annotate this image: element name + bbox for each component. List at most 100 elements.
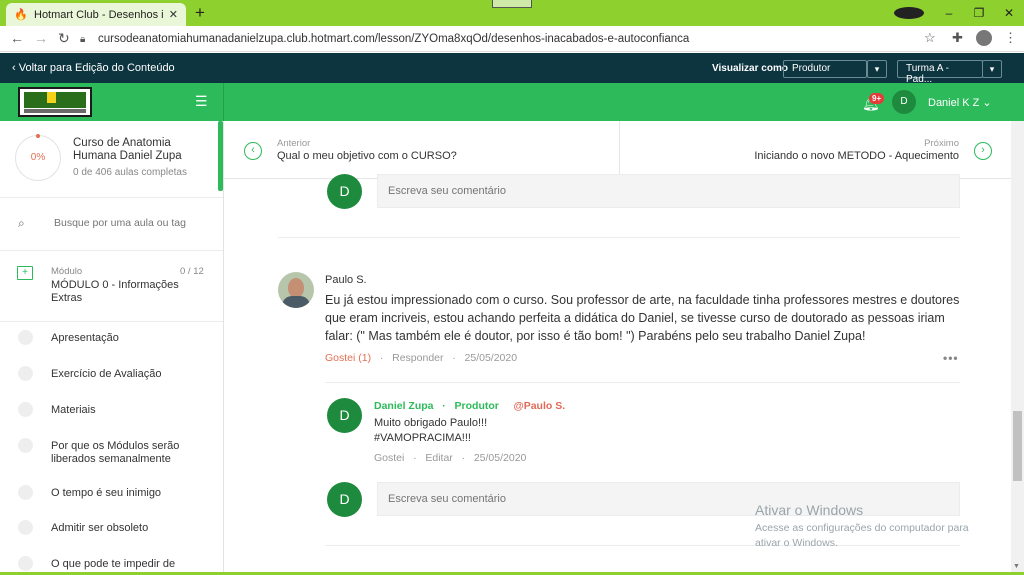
page-scroll-thumb[interactable] xyxy=(1013,411,1022,481)
course-logo[interactable] xyxy=(18,87,92,117)
reply-actions: Gostei · Editar · 25/05/2020 xyxy=(374,452,526,464)
watermark-subtitle: Acesse as configurações do computador pa… xyxy=(755,522,969,549)
lesson-status-icon xyxy=(18,330,33,345)
commenter-avatar[interactable] xyxy=(278,272,314,308)
menu-dots-icon[interactable]: ⋮ xyxy=(1004,30,1017,46)
hamburger-menu-icon[interactable]: ☰ xyxy=(195,93,208,110)
lesson-item[interactable]: Apresentação xyxy=(0,321,223,355)
profile-menu-icon[interactable] xyxy=(894,7,924,19)
divider xyxy=(325,382,960,383)
lesson-title: Por que os Módulos serão liberados seman… xyxy=(51,440,180,465)
reply-line: #VAMOPRACIMA!!! xyxy=(374,432,471,444)
puzzle-icon[interactable]: ✚ xyxy=(952,30,963,46)
producer-badge: Produtor xyxy=(454,400,499,412)
prev-label: Anterior xyxy=(277,138,311,149)
notification-badge: 9+ xyxy=(869,93,885,104)
search-input[interactable] xyxy=(54,217,204,229)
search-icon: ⌕ xyxy=(18,216,25,230)
page-scrollbar[interactable]: ▼ xyxy=(1011,121,1024,575)
chevron-down-icon[interactable]: ▾ xyxy=(867,60,887,78)
close-tab-icon[interactable]: ✕ xyxy=(169,8,178,21)
comment-actions: Gostei (1) · Responder · 25/05/2020 xyxy=(325,352,517,364)
reply-author[interactable]: Daniel Zupa xyxy=(374,400,434,412)
comment-date: 25/05/2020 xyxy=(464,352,518,364)
sidebar-scrollbar[interactable] xyxy=(218,121,223,191)
comment-text: Eu já estou impressionado com o curso. S… xyxy=(325,293,960,343)
comment-author[interactable]: Paulo S. xyxy=(325,274,367,286)
lesson-item[interactable]: O tempo é seu inimigo xyxy=(0,476,223,510)
avatar-shirt xyxy=(282,296,310,308)
role-select[interactable]: Produtor xyxy=(783,60,867,78)
progress-ring: 0% xyxy=(15,135,61,181)
browser-avatar[interactable] xyxy=(976,30,992,46)
reply-date: 25/05/2020 xyxy=(473,452,527,464)
minimize-button[interactable]: – xyxy=(934,6,964,20)
comment-user-avatar: D xyxy=(327,174,362,209)
module-title[interactable]: MÓDULO 0 - Informações Extras xyxy=(51,279,201,305)
lesson-status-icon xyxy=(18,485,33,500)
lock-icon: 🔒︎ xyxy=(80,33,86,45)
comment-input[interactable] xyxy=(377,174,960,208)
separator: · xyxy=(407,452,423,464)
back-to-edit-link[interactable]: ‹ Voltar para Edição do Conteúdo xyxy=(12,62,175,74)
lesson-item[interactable]: Admitir ser obsoleto xyxy=(0,511,223,545)
scroll-down-icon[interactable]: ▼ xyxy=(1013,563,1020,570)
back-arrow-icon[interactable]: ← xyxy=(10,30,24,46)
class-select[interactable]: Turma A - Pad... xyxy=(897,60,983,85)
star-icon[interactable]: ☆ xyxy=(924,30,936,46)
browser-tab[interactable]: 🔥 Hotmart Club - Desenhos inacab ✕ xyxy=(6,3,186,26)
lesson-item[interactable]: Por que os Módulos serão liberados seman… xyxy=(0,429,223,475)
lesson-item[interactable]: Materiais xyxy=(0,393,223,427)
like-button[interactable]: Gostei xyxy=(374,452,404,464)
url-field[interactable]: 🔒︎ cursodeanatomiahumanadanielzupa.club.… xyxy=(80,29,940,49)
reload-icon[interactable]: ↻ xyxy=(58,30,70,47)
next-lesson-button[interactable]: › xyxy=(974,142,992,160)
logo-tagline xyxy=(24,109,86,113)
edit-button[interactable]: Editar xyxy=(425,452,452,464)
lesson-title: O que pode te impedir de xyxy=(51,558,176,570)
lesson-navigation: ‹ Anterior Qual o meu objetivo com o CUR… xyxy=(224,121,1011,179)
course-title: Curso de Anatomia Humana Daniel Zupa xyxy=(73,137,182,162)
lesson-item[interactable]: Exercício de Avaliação xyxy=(0,357,223,391)
folder-plus-icon: + xyxy=(17,266,33,280)
chevron-down-icon[interactable]: ▾ xyxy=(982,60,1002,78)
url-text: cursodeanatomiahumanadanielzupa.club.hot… xyxy=(98,33,690,45)
back-to-edit-label: Voltar para Edição do Conteúdo xyxy=(18,62,175,74)
lesson-status-icon xyxy=(18,402,33,417)
progress-indicator xyxy=(36,134,40,138)
prev-lesson-button[interactable]: ‹ xyxy=(244,142,262,160)
like-button[interactable]: Gostei (1) xyxy=(325,352,371,364)
lesson-item[interactable]: O que pode te impedir de xyxy=(0,547,223,575)
reply-line: Muito obrigado Paulo!!! xyxy=(374,417,488,429)
tab-title: Hotmart Club - Desenhos inacab xyxy=(34,8,163,21)
header-divider xyxy=(223,83,224,121)
chevron-right-icon: › xyxy=(981,144,985,156)
more-options-icon[interactable]: ••• xyxy=(943,351,959,365)
reply-avatar[interactable]: D xyxy=(327,398,362,433)
separator: · xyxy=(446,352,462,364)
comment-user-avatar: D xyxy=(327,482,362,517)
separator: · xyxy=(436,400,452,412)
lesson-title: Exercício de Avaliação xyxy=(51,368,162,380)
new-tab-button[interactable]: + xyxy=(195,3,205,23)
module-count: 0 / 12 xyxy=(180,266,204,277)
browser-titlebar: 🔥 Hotmart Club - Desenhos inacab ✕ + – ❐… xyxy=(0,0,1024,26)
close-window-button[interactable]: ✕ xyxy=(994,6,1024,20)
avatar-face xyxy=(288,278,304,298)
reply-button[interactable]: Responder xyxy=(392,352,443,364)
next-lesson-title[interactable]: Iniciando o novo METODO - Aquecimento xyxy=(754,150,959,162)
maximize-button[interactable]: ❐ xyxy=(964,6,994,20)
user-avatar[interactable]: D xyxy=(892,90,916,114)
chevron-left-icon: ‹ xyxy=(251,144,255,156)
mention-tag[interactable]: @Paulo S. xyxy=(513,400,565,412)
lesson-title: Apresentação xyxy=(51,332,119,344)
lesson-title: Materiais xyxy=(51,404,96,416)
prev-lesson-title[interactable]: Qual o meu objetivo com o CURSO? xyxy=(277,150,457,162)
lesson-status-icon xyxy=(18,366,33,381)
forward-arrow-icon[interactable]: → xyxy=(34,30,48,46)
nav-divider xyxy=(619,121,620,179)
lesson-title: Admitir ser obsoleto xyxy=(51,522,149,534)
window-drag-handle[interactable] xyxy=(492,0,532,8)
user-menu[interactable]: Daniel K Z ⌄ xyxy=(928,96,992,109)
